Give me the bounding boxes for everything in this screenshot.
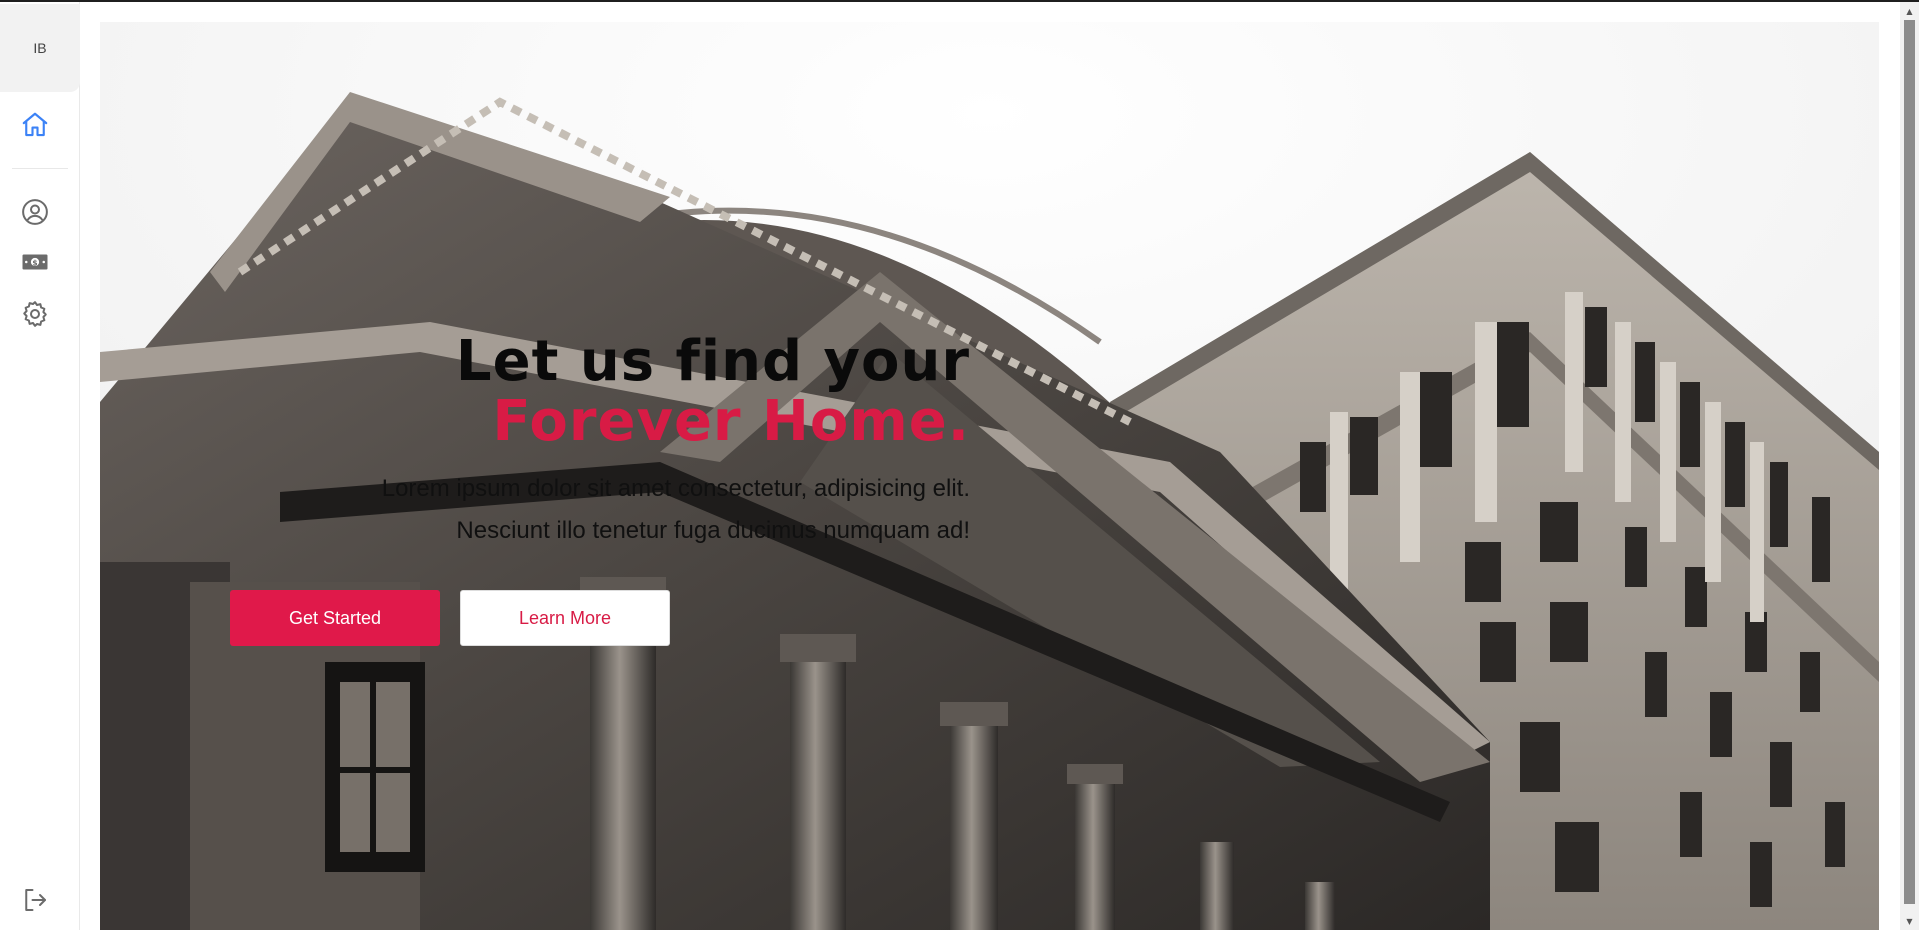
money-icon: $: [22, 254, 48, 270]
sidebar-divider: [12, 168, 68, 169]
sidebar-item-home[interactable]: [15, 105, 55, 145]
scroll-down-arrow-icon[interactable]: ▼: [1904, 915, 1915, 927]
hero-section: Let us find your Forever Home. Lorem ips…: [100, 22, 1879, 930]
gear-icon: [23, 301, 47, 327]
hero-headline: Let us find your Forever Home.: [400, 332, 970, 452]
get-started-button[interactable]: Get Started: [230, 590, 440, 646]
vertical-scrollbar[interactable]: ▲ ▼: [1900, 2, 1919, 930]
headline-line-2: Forever Home.: [492, 389, 970, 454]
scrollbar-thumb[interactable]: [1904, 20, 1915, 904]
hero-lede: Lorem ipsum dolor sit amet consectetur, …: [200, 468, 970, 552]
logout-icon: [25, 889, 46, 911]
svg-text:$: $: [32, 258, 37, 267]
learn-more-button[interactable]: Learn More: [460, 590, 670, 646]
headline-line-1: Let us find your: [455, 329, 970, 394]
avatar-initials: IB: [33, 40, 47, 56]
lede-line-2: Nesciunt illo tenetur fuga ducimus numqu…: [456, 517, 970, 544]
scroll-up-arrow-icon[interactable]: ▲: [1904, 5, 1915, 17]
sidebar-item-settings[interactable]: [15, 294, 55, 334]
sidebar-item-logout[interactable]: [15, 880, 55, 920]
lede-line-1: Lorem ipsum dolor sit amet consectetur, …: [381, 475, 970, 502]
avatar[interactable]: IB: [0, 4, 80, 92]
sidebar: IB $: [0, 2, 80, 930]
sidebar-item-profile[interactable]: [15, 192, 55, 232]
home-icon: [22, 112, 48, 137]
user-circle-icon: [22, 199, 48, 225]
window-top-border: [0, 0, 1919, 2]
sidebar-item-money[interactable]: $: [15, 242, 55, 282]
